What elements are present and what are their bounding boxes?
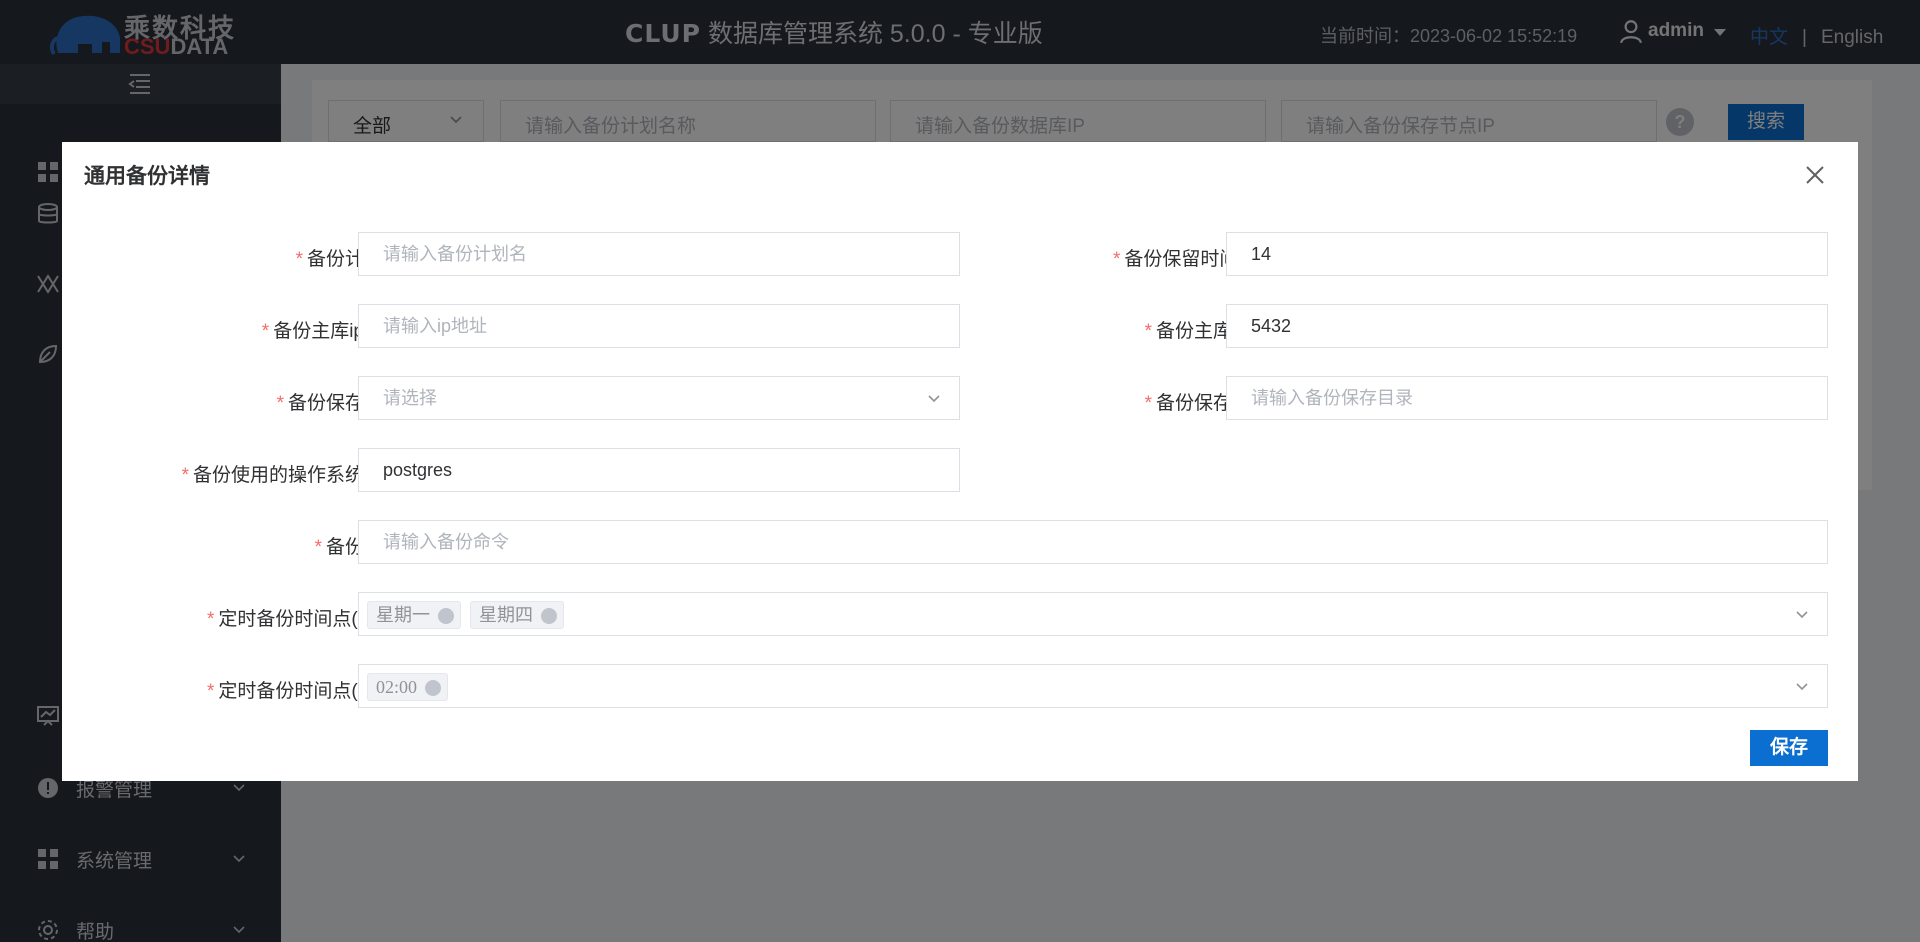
primary-port-input[interactable]: 5432 bbox=[1226, 304, 1828, 348]
plan-name-input[interactable]: 请输入备份计划名 bbox=[358, 232, 960, 276]
os-user-input[interactable]: postgres bbox=[358, 448, 960, 492]
chevron-down-icon bbox=[1796, 683, 1808, 691]
retention-days-input[interactable]: 14 bbox=[1226, 232, 1828, 276]
chevron-down-icon bbox=[1796, 611, 1808, 619]
tag-close-icon[interactable] bbox=[425, 680, 442, 696]
chevron-down-icon bbox=[928, 395, 940, 403]
tag-close-icon[interactable] bbox=[438, 608, 454, 624]
save-node-placeholder: 请选择 bbox=[383, 388, 437, 408]
save-dir-input[interactable]: 请输入备份保存目录 bbox=[1226, 376, 1828, 420]
command-input[interactable]: 请输入备份命令 bbox=[358, 520, 1828, 564]
save-button[interactable]: 保存 bbox=[1750, 730, 1828, 766]
dialog-title: 通用备份详情 bbox=[84, 165, 210, 188]
tag-close-icon[interactable] bbox=[541, 608, 557, 624]
primary-ip-input[interactable]: 请输入ip地址 bbox=[358, 304, 960, 348]
close-icon[interactable] bbox=[1804, 164, 1826, 186]
weekday-tag: 星期四 bbox=[470, 601, 564, 629]
hours-multiselect[interactable]: 02:00 bbox=[358, 664, 1828, 708]
save-node-select[interactable]: 请选择 bbox=[358, 376, 960, 420]
weekdays-multiselect[interactable]: 星期一 星期四 bbox=[358, 592, 1828, 636]
backup-detail-dialog: 通用备份详情 * 备份计划名 请输入备份计划名 * 备份保留时间(天) 14 * 备份… bbox=[62, 142, 1858, 781]
weekday-tag: 星期一 bbox=[367, 601, 461, 629]
hour-tag: 02:00 bbox=[367, 673, 449, 701]
